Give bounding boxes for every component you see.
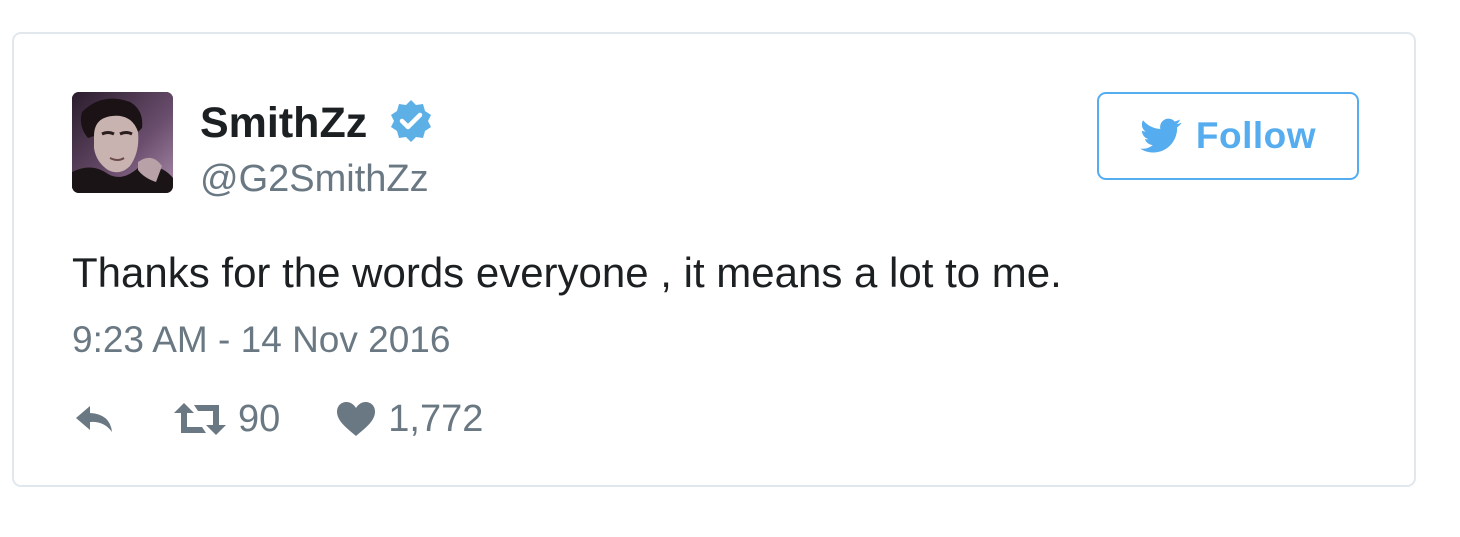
display-name[interactable]: SmithZz: [200, 98, 367, 148]
avatar[interactable]: [72, 92, 173, 193]
retweet-count: 90: [238, 397, 281, 440]
reply-button[interactable]: [72, 402, 118, 436]
avatar-image: [72, 92, 173, 193]
tweet-actions: 90 1,772: [72, 394, 483, 444]
heart-icon: [337, 402, 376, 436]
tweet-card: SmithZz @G2SmithZz Follow Thanks for the…: [12, 32, 1416, 487]
reply-icon: [76, 406, 112, 432]
verified-badge-icon: [391, 100, 431, 142]
like-button[interactable]: 1,772: [336, 398, 483, 441]
user-handle[interactable]: @G2SmithZz: [200, 156, 429, 202]
follow-label: Follow: [1195, 115, 1317, 156]
like-count: 1,772: [388, 397, 484, 440]
tweet-timestamp[interactable]: 9:23 AM - 14 Nov 2016: [72, 318, 450, 362]
retweet-icon: [174, 403, 226, 435]
tweet-text: Thanks for the words everyone , it means…: [72, 249, 1062, 296]
twitter-bird-icon: [1140, 118, 1182, 153]
follow-button[interactable]: Follow: [1097, 92, 1359, 180]
retweet-button[interactable]: 90: [174, 398, 280, 441]
